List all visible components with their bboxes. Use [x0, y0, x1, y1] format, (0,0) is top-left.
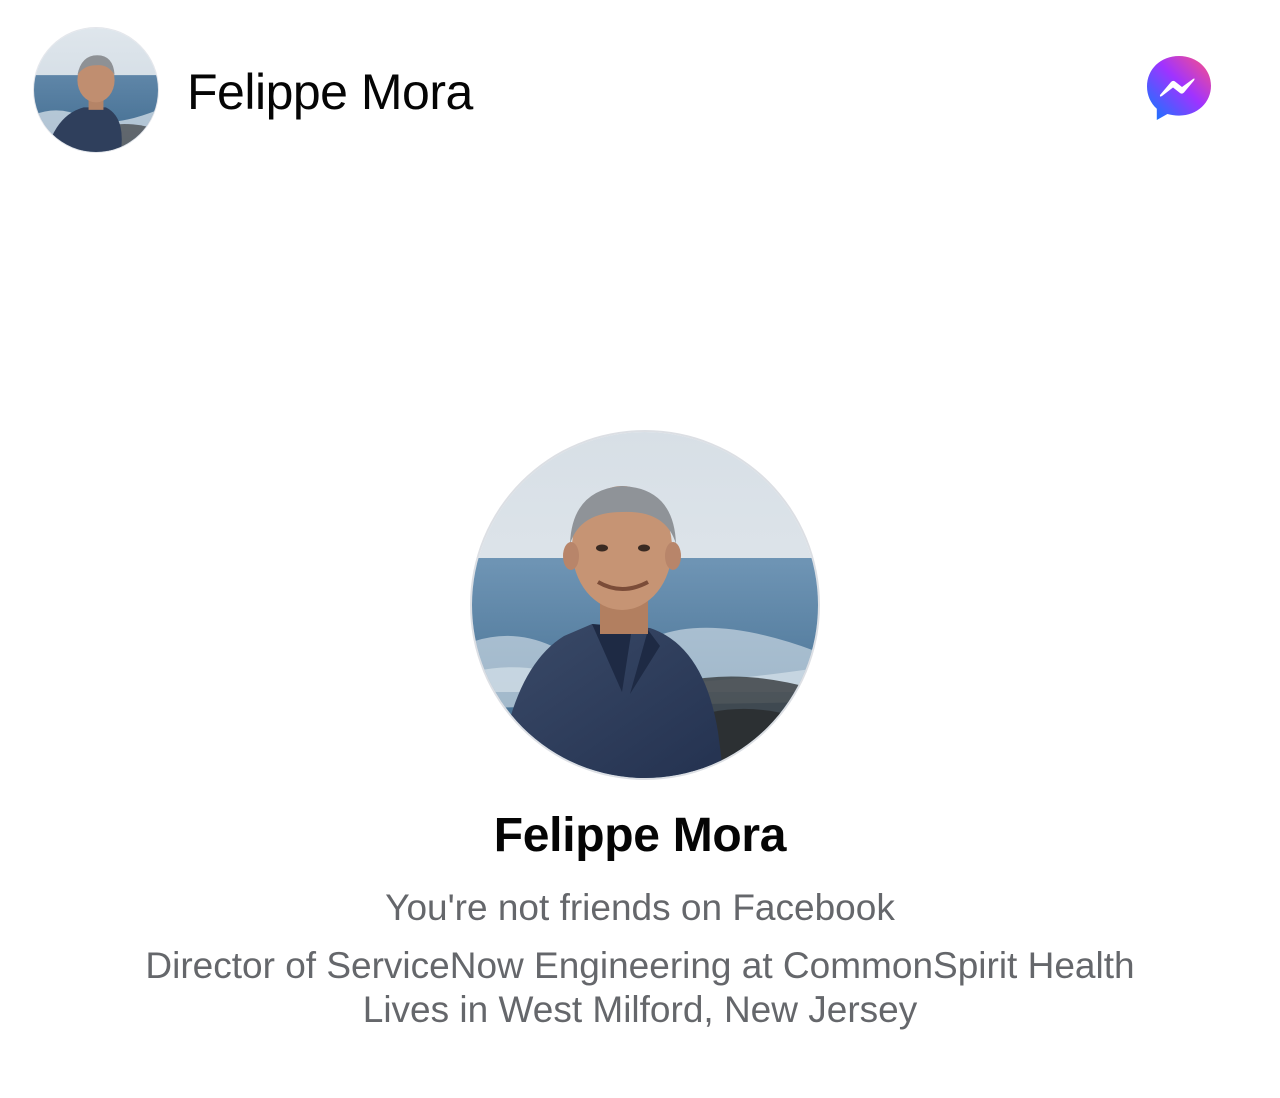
- messenger-icon: [1147, 56, 1211, 120]
- profile-photo[interactable]: [472, 432, 818, 778]
- friendship-status: You're not friends on Facebook: [385, 887, 895, 928]
- profile-name[interactable]: Felippe Mora: [0, 808, 1280, 864]
- location-info: Lives in West Milford, New Jersey: [362, 989, 918, 1030]
- avatar-photo: [34, 28, 158, 152]
- profile-screen: Felippe Mora Felippe Mora You're not fri…: [0, 0, 1280, 1098]
- header-avatar[interactable]: [34, 28, 158, 152]
- profile-intro: Felippe Mora You're not friends on Faceb…: [0, 430, 1280, 1070]
- profile-picture: [472, 432, 818, 778]
- work-info: Director of ServiceNow Engineering at Co…: [145, 945, 1135, 986]
- messenger-button[interactable]: [1143, 52, 1215, 124]
- header-title[interactable]: Felippe Mora: [187, 62, 473, 122]
- top-bar: Felippe Mora: [0, 0, 1280, 180]
